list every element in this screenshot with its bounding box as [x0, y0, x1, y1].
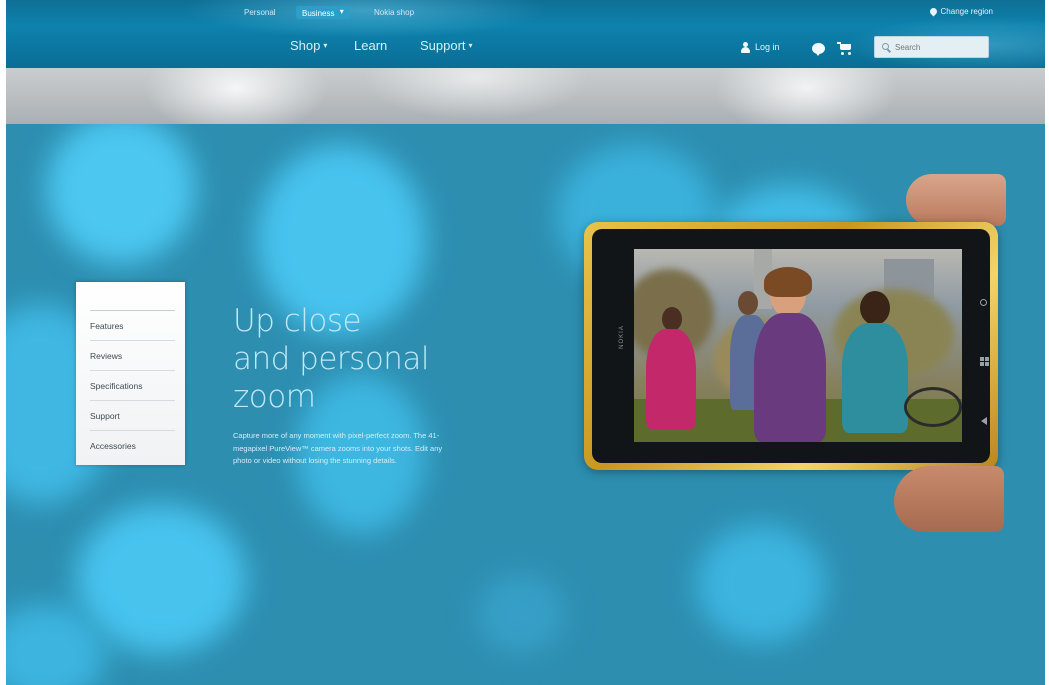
nav-support[interactable]: Support ▾ — [420, 38, 473, 53]
search-icon — [882, 43, 889, 50]
login-link[interactable]: Log in — [741, 42, 791, 55]
bokeh-light — [76, 504, 246, 654]
phone-brand: NOKIA — [618, 325, 625, 349]
search-input[interactable] — [874, 36, 989, 58]
subnav-item-support[interactable]: Support — [90, 400, 175, 430]
subnav-item-accessories[interactable]: Accessories — [90, 430, 175, 460]
pin-icon — [928, 6, 938, 17]
bokeh-light — [476, 574, 566, 654]
cart-icon[interactable] — [837, 42, 852, 55]
phone-windows-key — [980, 357, 989, 366]
phone-image: NOKIA — [584, 222, 998, 470]
subnav-item-features[interactable]: Features — [90, 310, 175, 340]
region-label: Change region — [940, 7, 993, 16]
bokeh-light — [696, 524, 826, 644]
nav-support-label: Support — [420, 38, 466, 53]
subnav-item-reviews[interactable]: Reviews — [90, 340, 175, 370]
main-nav: Shop ▾ Learn Support ▾ Log in — [6, 36, 1045, 58]
site-header: Personal Business ▾ Nokia shop Change re… — [6, 0, 1045, 68]
phone-face: NOKIA — [592, 229, 990, 463]
bokeh-light — [46, 124, 196, 264]
chevron-down-icon: ▾ — [323, 41, 328, 50]
chevron-down-icon: ▾ — [339, 7, 344, 16]
page: Personal Business ▾ Nokia shop Change re… — [6, 0, 1045, 685]
nav-shop-label: Shop — [290, 38, 321, 53]
nav-learn-label: Learn — [354, 38, 388, 53]
util-link-shop[interactable]: Nokia shop — [374, 8, 414, 17]
hand-thumb — [894, 466, 1004, 532]
util-link-personal[interactable]: Personal — [244, 8, 276, 17]
utility-bar: Personal Business ▾ Nokia shop Change re… — [6, 6, 1045, 22]
hero-headline-line: Up close — [233, 303, 362, 339]
phone-screen-photo — [634, 249, 962, 442]
chevron-down-icon: ▾ — [468, 41, 473, 50]
util-link-business-label: Business — [302, 9, 335, 18]
hero-headline-line: and personal — [233, 341, 430, 377]
banner-strip — [6, 68, 1045, 124]
nav-shop[interactable]: Shop ▾ — [290, 38, 327, 53]
login-label: Log in — [755, 42, 780, 52]
region-selector[interactable]: Change region — [928, 6, 993, 17]
hero-description: Capture more of any moment with pixel-pe… — [233, 431, 443, 466]
user-icon — [741, 42, 750, 53]
hero-section: Features Reviews Specifications Support … — [6, 124, 1045, 685]
phone-back-key — [981, 417, 987, 425]
chat-icon[interactable] — [812, 43, 825, 56]
phone-search-key — [980, 299, 987, 306]
util-link-business[interactable]: Business ▾ — [296, 6, 350, 19]
hero-headline: Up close and personal zoom — [233, 302, 493, 416]
hero-headline-line: zoom — [233, 379, 316, 415]
nav-learn[interactable]: Learn — [354, 38, 387, 53]
section-subnav: Features Reviews Specifications Support … — [76, 282, 185, 465]
hand-finger — [906, 174, 1006, 226]
subnav-item-specifications[interactable]: Specifications — [90, 370, 175, 400]
